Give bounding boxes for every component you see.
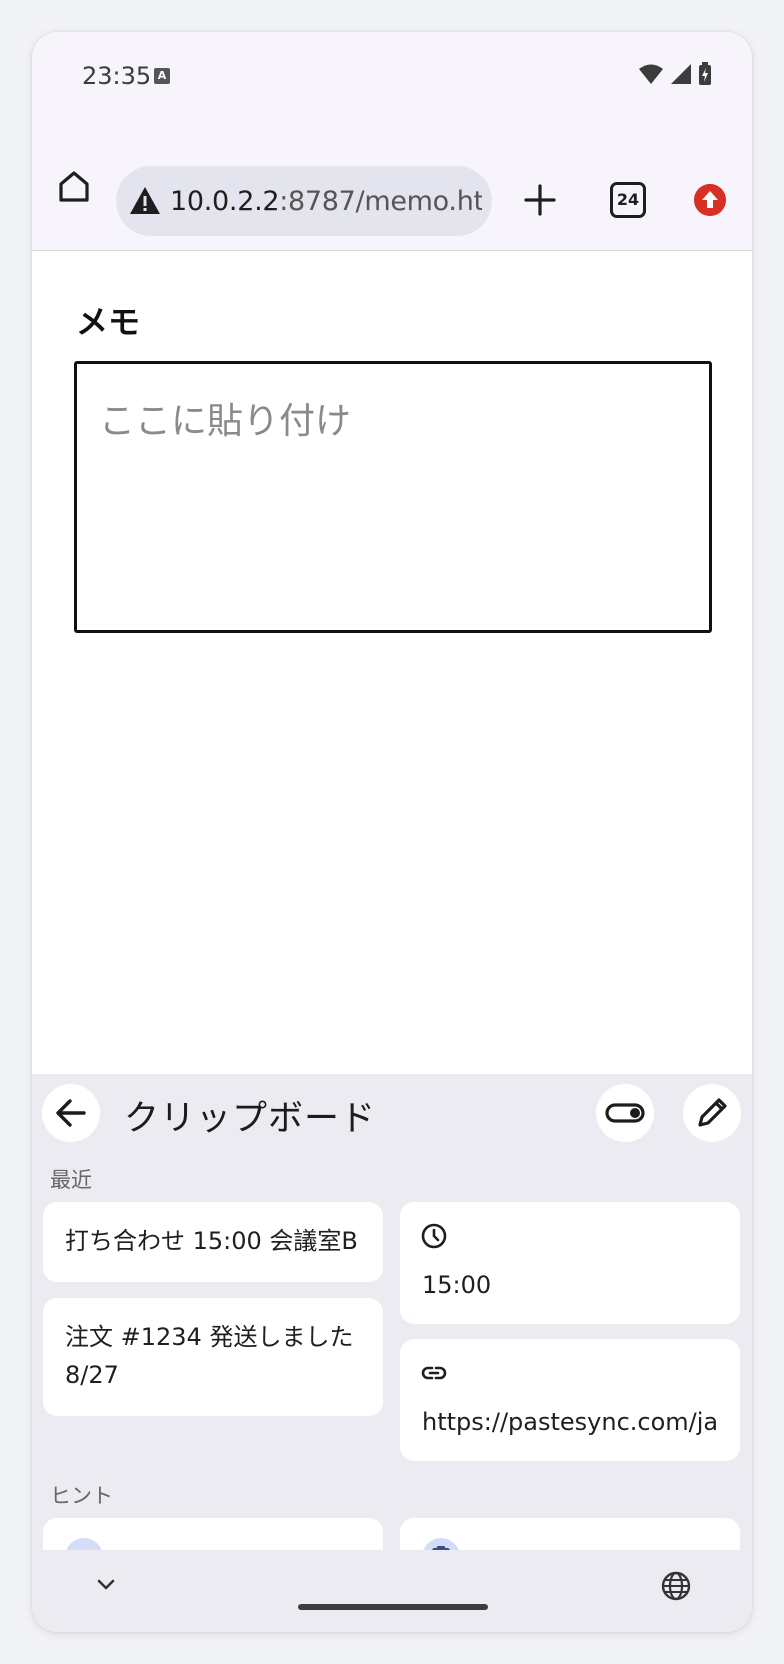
hint-label: ヒント: [50, 1484, 113, 1508]
battery-charging-icon: [699, 62, 711, 85]
clip-item[interactable]: 15:00: [400, 1202, 740, 1324]
warning-icon[interactable]: [128, 184, 162, 218]
clip-item[interactable]: 注文 #1234 発送しました 8/27: [43, 1298, 383, 1416]
navigation-bar: [32, 1550, 752, 1632]
clipboard-header: クリップボード: [32, 1074, 752, 1164]
url-text[interactable]: 10.0.2.2:8787/memo.htm: [170, 186, 482, 217]
chevron-down-icon[interactable]: [94, 1572, 118, 1596]
memo-textarea[interactable]: ここに貼り付け: [74, 361, 712, 633]
memo-placeholder: ここに貼り付け: [99, 401, 352, 442]
keyboard-clipboard-panel: クリップボード 最近 打ち合わせ 15:00 会議室B 15:00 注文 #12…: [32, 1074, 752, 1608]
globe-icon[interactable]: [660, 1570, 692, 1602]
new-tab-icon[interactable]: [522, 182, 558, 218]
clip-item[interactable]: https://pastesync.com/ja: [400, 1339, 740, 1461]
toggle-icon: [605, 1103, 645, 1123]
edit-button[interactable]: [683, 1084, 741, 1142]
status-bar: 23:35 A: [32, 32, 752, 122]
browser-toolbar: 10.0.2.2:8787/memo.htm 24: [32, 122, 752, 251]
home-icon[interactable]: [56, 168, 92, 204]
tab-count-button[interactable]: 24: [610, 182, 646, 218]
url-path: :8787/memo.htm: [279, 185, 482, 217]
clip-text: https://pastesync.com/ja: [422, 1408, 719, 1436]
update-icon[interactable]: [694, 184, 726, 216]
status-icons: [638, 62, 712, 86]
clip-text: 打ち合わせ 15:00 会議室B: [65, 1227, 358, 1255]
clip-item[interactable]: 打ち合わせ 15:00 会議室B: [43, 1202, 383, 1282]
status-time: 23:35: [82, 62, 152, 90]
back-button[interactable]: [42, 1084, 100, 1142]
clipboard-title: クリップボード: [124, 1099, 377, 1139]
url-bar[interactable]: 10.0.2.2:8787/memo.htm: [116, 166, 492, 236]
clip-text-line2: 8/27: [65, 1361, 119, 1389]
link-icon: [421, 1366, 447, 1380]
a-box-icon: A: [154, 68, 170, 84]
recent-label: 最近: [50, 1168, 92, 1192]
clock-icon: [421, 1223, 447, 1249]
pencil-icon: [698, 1098, 727, 1127]
signal-icon: [671, 64, 691, 84]
clipboard-toggle-button[interactable]: [596, 1084, 654, 1142]
clip-text: 15:00: [422, 1271, 492, 1299]
wifi-icon: [639, 64, 663, 84]
url-host: 10.0.2.2: [170, 185, 280, 217]
phone-screen: 23:35 A 10.0.2.2:8787/memo.htm 24 メモ ここに…: [32, 32, 752, 1632]
arrow-left-icon: [56, 1099, 86, 1127]
gesture-handle[interactable]: [298, 1604, 488, 1610]
clip-text-line1: 注文 #1234 発送しました: [65, 1323, 354, 1351]
web-page: メモ ここに貼り付け: [32, 251, 752, 1074]
page-title: メモ: [76, 303, 141, 341]
